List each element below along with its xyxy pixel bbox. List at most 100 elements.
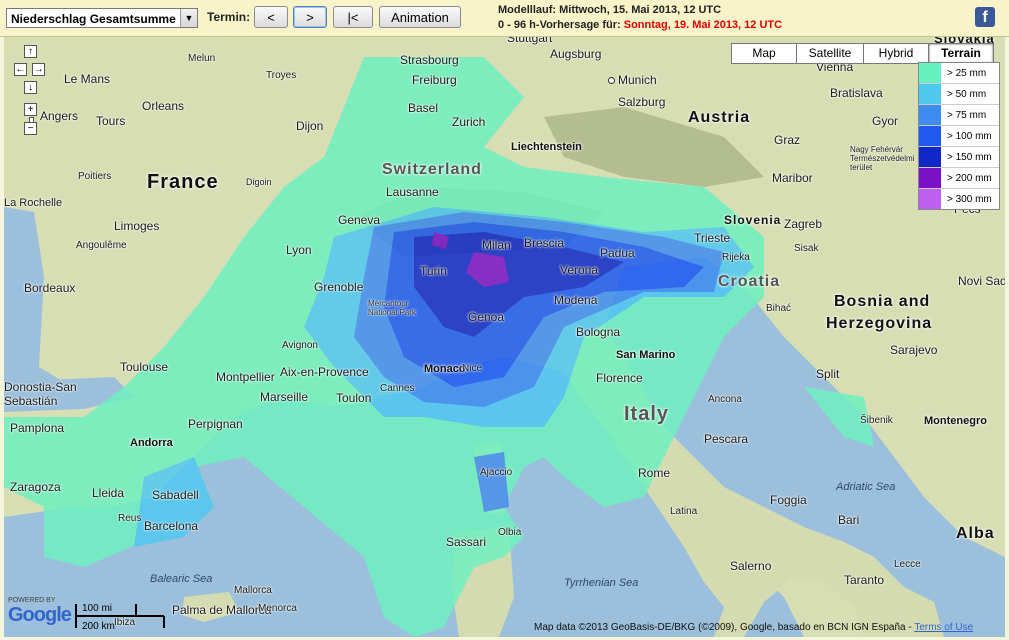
city-label: Ancona bbox=[708, 394, 742, 405]
city-label: Genoa bbox=[468, 310, 505, 324]
city-label: Toulouse bbox=[120, 360, 169, 374]
forecast-text: 0 - 96 h-Vorhersage für: Sonntag, 19. Ma… bbox=[498, 19, 782, 31]
scale-miles: 100 mi bbox=[82, 603, 113, 614]
city-label: Trieste bbox=[694, 231, 731, 245]
city-label: Melun bbox=[188, 53, 216, 64]
terms-of-use-link[interactable]: Terms of Use bbox=[914, 622, 973, 633]
legend-label: > 50 mm bbox=[947, 88, 987, 100]
city-label: Strasbourg bbox=[400, 53, 459, 67]
city-label: Montpellier bbox=[216, 370, 275, 384]
zoom-in-icon[interactable]: + bbox=[24, 103, 37, 116]
pan-down-icon[interactable]: ↓ bbox=[24, 81, 37, 94]
city-label: Nice bbox=[462, 363, 483, 374]
city-label: Avignon bbox=[282, 340, 318, 351]
sea-label: Tyrrhenian Sea bbox=[564, 577, 639, 589]
city-label: Latina bbox=[670, 506, 698, 517]
facebook-icon[interactable]: f bbox=[975, 7, 995, 27]
map-canvas[interactable]: France Switzerland Austria Italy Croatia… bbox=[4, 37, 1005, 637]
forecast-prefix: 0 - 96 h-Vorhersage für: bbox=[498, 19, 621, 31]
map-type-hybrid[interactable]: Hybrid bbox=[863, 43, 929, 64]
parameter-select[interactable]: Niederschlag Gesamtsumme ▼ bbox=[6, 8, 198, 28]
map-attribution: Map data ©2013 GeoBasis-DE/BKG (©2009), … bbox=[534, 622, 973, 633]
city-label: Sisak bbox=[794, 243, 819, 254]
map-type-map[interactable]: Map bbox=[731, 43, 797, 64]
city-label: Modena bbox=[554, 293, 598, 307]
scale-bar: 100 mi 200 km bbox=[74, 602, 169, 632]
city-label: Poitiers bbox=[78, 171, 112, 182]
city-label: Mallorca bbox=[234, 585, 272, 596]
city-label: Lyon bbox=[286, 243, 312, 257]
city-label: Zagreb bbox=[784, 217, 823, 231]
legend-row: > 75 mm bbox=[919, 104, 999, 125]
city-label: Turin bbox=[420, 264, 447, 278]
legend-swatch bbox=[919, 105, 941, 125]
city-label: Menorca bbox=[258, 603, 297, 614]
city-label: Palma de Mallorca bbox=[172, 603, 272, 617]
legend-swatch bbox=[919, 147, 941, 167]
city-label: Milan bbox=[482, 238, 511, 252]
city-label: Gyor bbox=[872, 114, 899, 128]
city-label: Sabadell bbox=[152, 488, 199, 502]
city-label: Bratislava bbox=[830, 86, 883, 100]
country-label-san-marino: San Marino bbox=[616, 349, 676, 361]
city-label: Freiburg bbox=[412, 73, 457, 87]
city-label: Zurich bbox=[452, 115, 486, 129]
country-label-montenegro: Montenegro bbox=[924, 415, 987, 427]
map-type-satellite[interactable]: Satellite bbox=[796, 43, 864, 64]
city-label: Padua bbox=[600, 246, 635, 260]
city-label: Stuttgart bbox=[507, 37, 553, 45]
city-label: Orleans bbox=[142, 99, 185, 113]
next-button[interactable]: > bbox=[293, 6, 327, 28]
country-label-france: France bbox=[147, 171, 219, 193]
city-label: Reus bbox=[118, 513, 142, 524]
country-label-herzegovina: Herzegovina bbox=[826, 315, 933, 332]
city-label: Bordeaux bbox=[24, 281, 76, 295]
city-label: Graz bbox=[774, 133, 801, 147]
termin-label: Termin: bbox=[207, 10, 251, 24]
city-label: Mercantour National Park bbox=[368, 299, 417, 317]
country-label-bosnia: Bosnia and bbox=[834, 293, 931, 310]
legend-row: > 50 mm bbox=[919, 83, 999, 104]
city-label: Zaragoza bbox=[10, 480, 61, 494]
scale-km: 200 km bbox=[82, 621, 115, 632]
toolbar: Niederschlag Gesamtsumme ▼ Termin: < > |… bbox=[0, 0, 1009, 37]
city-label: Barcelona bbox=[144, 519, 199, 533]
previous-button[interactable]: < bbox=[254, 6, 288, 28]
map-type-terrain[interactable]: Terrain bbox=[928, 43, 994, 64]
country-label-albania: Alba bbox=[956, 525, 995, 542]
country-label-slovenia: Slovenia bbox=[724, 213, 782, 227]
legend-row: > 150 mm bbox=[919, 146, 999, 167]
city-label: Bihać bbox=[766, 303, 792, 314]
google-logo[interactable]: Google bbox=[8, 604, 72, 627]
sea-label: Balearic Sea bbox=[150, 573, 213, 585]
legend-swatch bbox=[919, 84, 941, 104]
country-label-andorra: Andorra bbox=[130, 437, 173, 449]
city-label: Sarajevo bbox=[890, 343, 938, 357]
city-label: Angoulême bbox=[76, 240, 127, 251]
city-label: Le Mans bbox=[64, 72, 111, 86]
parameter-select-value: Niederschlag Gesamtsumme bbox=[11, 12, 176, 26]
city-label: Limoges bbox=[114, 219, 160, 233]
city-label: Split bbox=[816, 367, 840, 381]
city-label: Olbia bbox=[498, 527, 522, 538]
legend-label: > 150 mm bbox=[947, 151, 992, 163]
city-label: Verona bbox=[560, 263, 599, 277]
city-label: Basel bbox=[408, 101, 439, 115]
animation-button[interactable]: Animation bbox=[379, 6, 461, 28]
pan-right-icon[interactable]: → bbox=[32, 63, 45, 76]
city-label: Salzburg bbox=[618, 95, 666, 109]
city-label: Nagy Fehérvár Természetvédelmi terület bbox=[850, 145, 915, 172]
city-label: Rome bbox=[638, 466, 671, 480]
city-label: Pescara bbox=[704, 432, 749, 446]
pan-up-icon[interactable]: ↑ bbox=[24, 45, 37, 58]
city-label: Bologna bbox=[576, 325, 621, 339]
pan-left-icon[interactable]: ← bbox=[14, 63, 27, 76]
legend-swatch bbox=[919, 168, 941, 188]
first-button[interactable]: |< bbox=[333, 6, 373, 28]
model-run-text: Modelllauf: Mittwoch, 15. Mai 2013, 12 U… bbox=[498, 4, 722, 16]
country-label-switzerland: Switzerland bbox=[382, 161, 482, 178]
city-label: Tours bbox=[96, 114, 126, 128]
country-label-austria: Austria bbox=[688, 109, 751, 126]
zoom-out-icon[interactable]: − bbox=[24, 122, 37, 135]
chevron-down-icon[interactable]: ▼ bbox=[180, 9, 197, 27]
